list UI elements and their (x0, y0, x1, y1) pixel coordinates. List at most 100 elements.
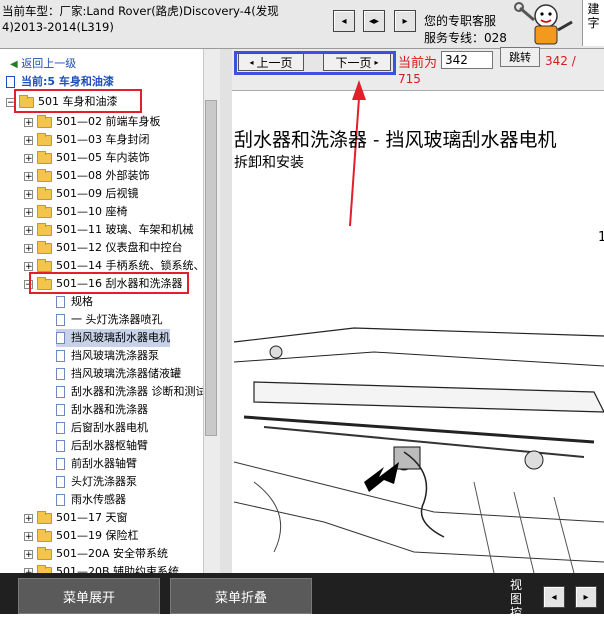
expand-icon[interactable]: + (24, 243, 33, 253)
tree-doc-item-label: 挡风玻璃洗涤器泵 (71, 349, 159, 362)
expand-icon[interactable]: + (24, 531, 33, 541)
prev-page-label: 上一页 (256, 55, 293, 70)
tree-doc-item-label: 后刮水器枢轴臂 (71, 439, 148, 452)
tree-doc-item[interactable]: 挡风玻璃洗涤器泵 (56, 347, 159, 365)
view-prev-icon[interactable]: ◂ (543, 586, 565, 608)
prev-page-button[interactable]: ◂ 上一页 (238, 53, 304, 71)
tree-doc-item[interactable]: 后窗刮水器电机 (56, 419, 148, 437)
tree-group-label: 501—08 外部装饰 (56, 169, 150, 182)
next-arrow-icon[interactable]: ▸ (394, 10, 416, 32)
document-icon (56, 296, 65, 308)
tree-group-label: 501—02 前端车身板 (56, 115, 161, 128)
tree-group[interactable]: +501—05 车内装饰 (24, 149, 150, 167)
tree-group[interactable]: +501—20A 安全带系统 (24, 545, 168, 563)
tree-group-label: 501—14 手柄系统、锁系统、 (56, 259, 205, 272)
document-title: 刮水器和洗涤器 - 挡风玻璃刮水器电机 (234, 129, 557, 151)
tree-doc-item[interactable]: 刮水器和洗涤器 (56, 401, 148, 419)
tree-group[interactable]: +501—09 后视镜 (24, 185, 139, 203)
tree-doc-item[interactable]: 挡风玻璃洗涤器储液罐 (56, 365, 181, 383)
tree-doc-item[interactable]: 刮水器和洗涤器 诊断和测试 (56, 383, 207, 401)
tree-doc-item[interactable]: 后刮水器枢轴臂 (56, 437, 148, 455)
folder-icon (37, 258, 52, 272)
tree-doc-item-label: 挡风玻璃刮水器电机 (71, 331, 170, 344)
tree-group[interactable]: +501—10 座椅 (24, 203, 128, 221)
tree-group[interactable]: +501—20B 辅助约束系统 (24, 563, 179, 573)
folder-icon (37, 186, 52, 200)
expand-icon[interactable]: + (24, 513, 33, 523)
tree-group[interactable]: +501—12 仪表盘和中控台 (24, 239, 183, 257)
tree-doc-item[interactable]: 规格 (56, 293, 93, 311)
tree-scrollbar-thumb[interactable] (205, 100, 217, 436)
expand-icon[interactable]: + (24, 207, 33, 217)
tree-doc-item[interactable]: 一 头灯洗涤器喷孔 (56, 311, 163, 329)
service-info: 您的专职客服 服务专线：028 (424, 13, 510, 47)
document-subtitle: 拆卸和安装 (234, 155, 304, 171)
tree-group[interactable]: +501—11 玻璃、车架和机械 (24, 221, 194, 239)
folder-icon (37, 114, 52, 128)
tree-doc-item-label: 刮水器和洗涤器 (71, 403, 148, 416)
jump-button[interactable]: 跳转 (500, 47, 540, 67)
expand-arrows-icon[interactable]: ◂▸ (363, 10, 385, 32)
expand-icon[interactable]: + (24, 189, 33, 199)
mechanic-mascot-icon (506, 0, 580, 46)
tree-doc-item[interactable]: 前刮水器轴臂 (56, 455, 137, 473)
prev-arrow-icon[interactable]: ◂ (333, 10, 355, 32)
highlight-box-root (14, 89, 142, 113)
folder-icon (37, 222, 52, 236)
page-total-b: 715 (398, 72, 421, 86)
category-tree: ◀ 返回上一级 当前:5 车身和油漆 −501 车身和油漆 −501—16 刮水… (0, 49, 221, 573)
side-tab[interactable]: 建字 (582, 0, 604, 46)
back-arrow-icon: ◀ (10, 59, 18, 70)
tree-doc-item-label: 雨水传感器 (71, 493, 126, 506)
expand-icon[interactable]: + (24, 261, 33, 271)
expand-icon[interactable]: + (24, 171, 33, 181)
highlight-box-group (29, 272, 189, 294)
margin-mark: 1 (598, 230, 604, 245)
tree-doc-item-label: 刮水器和洗涤器 诊断和测试 (71, 385, 207, 398)
folder-icon (37, 132, 52, 146)
expand-icon[interactable]: + (24, 153, 33, 163)
tree-group[interactable]: +501—03 车身封闭 (24, 131, 150, 149)
tree-group[interactable]: +501—19 保险杠 (24, 527, 139, 545)
folder-icon (37, 510, 52, 524)
tree-doc-item[interactable]: 头灯洗涤器泵 (56, 473, 137, 491)
document-icon (56, 386, 65, 398)
back-link[interactable]: ◀ 返回上一级 (10, 55, 76, 73)
page-number-input[interactable] (441, 51, 493, 69)
folder-icon (37, 168, 52, 182)
tree-doc-item-label: 后窗刮水器电机 (71, 421, 148, 434)
folder-icon (37, 204, 52, 218)
document-icon (56, 440, 65, 452)
expand-icon[interactable]: + (24, 549, 33, 559)
expand-icon[interactable]: + (24, 135, 33, 145)
tree-doc-item-label: 一 头灯洗涤器喷孔 (71, 313, 163, 326)
page-total-a: 342 / (545, 54, 576, 68)
document-icon (56, 350, 65, 362)
tree-doc-item-label: 头灯洗涤器泵 (71, 475, 137, 488)
tree-group[interactable]: +501—02 前端车身板 (24, 113, 161, 131)
folder-icon (37, 528, 52, 542)
document-icon (56, 314, 65, 326)
tree-doc-item[interactable]: 雨水传感器 (56, 491, 126, 509)
tree-doc-item[interactable]: 挡风玻璃刮水器电机 (56, 329, 170, 347)
document-icon (56, 476, 65, 488)
tree-group[interactable]: +501—17 天窗 (24, 509, 128, 527)
document-icon (56, 332, 65, 344)
folder-icon (37, 150, 52, 164)
content-scrollbar[interactable] (220, 49, 232, 573)
expand-icon[interactable]: + (24, 225, 33, 235)
tree-doc-item-label: 规格 (71, 295, 93, 308)
tree-group-label: 501—20A 安全带系统 (56, 547, 169, 560)
service-line-2: 服务专线：028 (424, 31, 507, 45)
menu-collapse-button[interactable]: 菜单折叠 (170, 578, 312, 614)
view-next-icon[interactable]: ▸ (575, 586, 597, 608)
tree-group[interactable]: +501—08 外部装饰 (24, 167, 150, 185)
tree-group-label: 501—12 仪表盘和中控台 (56, 241, 183, 254)
tree-group-label: 501—17 天窗 (56, 511, 128, 524)
expand-icon[interactable]: + (24, 117, 33, 127)
tree-group-label: 501—20B 辅助约束系统 (56, 565, 180, 573)
menu-expand-button[interactable]: 菜单展开 (18, 578, 160, 614)
folder-icon (37, 240, 52, 254)
wiper-motor-illustration (234, 322, 604, 573)
tree-doc-item-label: 挡风玻璃洗涤器储液罐 (71, 367, 181, 380)
